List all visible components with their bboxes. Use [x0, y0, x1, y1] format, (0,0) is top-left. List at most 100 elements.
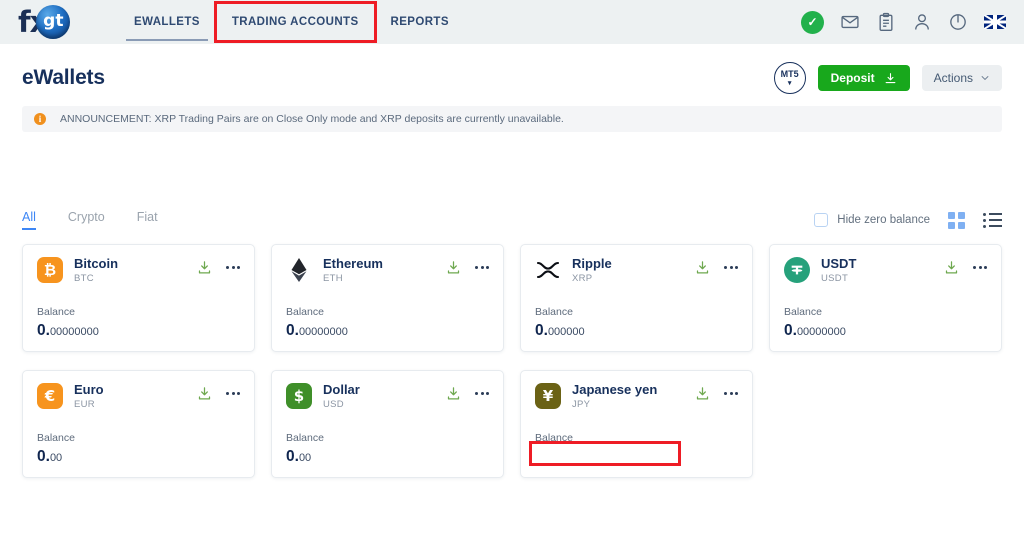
deposit-button-label: Deposit — [830, 71, 875, 85]
logo-gt-circle: gt — [36, 5, 71, 39]
balance-integer: 0. — [37, 447, 50, 465]
more-options-icon[interactable] — [475, 266, 489, 269]
card-header: Ripple XRP — [535, 256, 738, 284]
check-circle-icon[interactable]: ✓ — [801, 10, 824, 34]
deposit-download-icon[interactable] — [197, 386, 212, 401]
balance-decimal: 00000000 — [796, 325, 846, 338]
deposit-download-icon[interactable] — [446, 260, 461, 275]
card-action-icons — [695, 383, 738, 401]
usdt-icon — [784, 257, 810, 283]
card-action-icons — [944, 257, 987, 275]
deposit-download-icon[interactable] — [695, 386, 710, 401]
coin-names: Japanese yen JPY — [572, 382, 657, 410]
deposit-download-icon[interactable] — [446, 386, 461, 401]
wallet-card-ripple[interactable]: Ripple XRP Balance 0.000000 — [520, 244, 753, 352]
page-title: eWallets — [22, 66, 105, 89]
balance-decimal: 00 — [49, 451, 63, 464]
balance-value: 0.000000 — [535, 323, 738, 339]
hide-zero-balance-label: Hide zero balance — [837, 214, 930, 226]
balance-decimal: 000000 — [547, 325, 585, 338]
tab-crypto-label: Crypto — [67, 210, 105, 224]
tab-fiat-label: Fiat — [136, 210, 158, 224]
coin-names: Dollar USD — [323, 382, 360, 410]
card-header: $ Dollar USD — [286, 382, 489, 410]
wallet-filter-row: All Crypto Fiat Hide zero balance — [0, 206, 1024, 234]
wallet-view-controls: Hide zero balance — [814, 211, 1002, 229]
envelope-icon[interactable] — [840, 12, 860, 32]
header-icon-group: ✓ — [801, 10, 1010, 34]
wallet-name: Dollar — [323, 382, 360, 397]
card-header: Ethereum ETH — [286, 256, 489, 284]
fxgt-logo[interactable]: fx gt — [14, 2, 100, 42]
dollar-icon: $ — [286, 383, 312, 409]
power-icon[interactable] — [948, 12, 968, 32]
wallet-symbol: XRP — [572, 272, 593, 284]
balance-label: Balance — [535, 305, 573, 318]
wallet-card-japanese-yen[interactable]: ¥ Japanese yen JPY Balance — [520, 370, 753, 478]
wallet-type-tabs: All Crypto Fiat — [22, 210, 158, 230]
hide-zero-balance-checkbox[interactable] — [814, 213, 829, 227]
nav-item-trading-accounts-label: TRADING ACCOUNTS — [231, 16, 359, 28]
nav-item-ewallets-label: EWALLETS — [134, 16, 200, 28]
wallet-name: Euro — [74, 382, 104, 397]
clipboard-icon[interactable] — [876, 12, 896, 32]
uk-flag-icon[interactable] — [984, 15, 1006, 29]
list-view-icon[interactable] — [983, 212, 1002, 228]
wallet-symbol: JPY — [572, 398, 591, 410]
actions-button-label: Actions — [933, 71, 973, 85]
wallet-card-ethereum[interactable]: Ethereum ETH Balance 0.00000000 — [271, 244, 504, 352]
balance-integer: 0. — [535, 321, 548, 339]
grid-cell — [958, 221, 965, 229]
wallet-name: Ripple — [572, 256, 612, 271]
tab-all[interactable]: All — [22, 210, 36, 230]
wallet-card-bitcoin[interactable]: ₿ Bitcoin BTC Balance 0.00000000 — [22, 244, 255, 352]
card-header: ¥ Japanese yen JPY — [535, 382, 738, 410]
deposit-download-icon[interactable] — [197, 260, 212, 275]
balance-label: Balance — [535, 431, 573, 444]
card-header: USDT USDT — [784, 256, 987, 284]
wallet-symbol: EUR — [74, 398, 95, 410]
actions-dropdown-button[interactable]: Actions — [921, 65, 1002, 91]
ethereum-icon — [286, 257, 312, 283]
deposit-button[interactable]: Deposit — [817, 65, 910, 91]
coin-names: Euro EUR — [74, 382, 104, 410]
balance-integer: 0. — [784, 321, 797, 339]
nav-item-trading-accounts[interactable]: TRADING ACCOUNTS — [213, 1, 377, 43]
wallet-card-usdt[interactable]: USDT USDT Balance 0.00000000 — [769, 244, 1002, 352]
logo-gt-text: gt — [43, 10, 64, 31]
more-options-icon[interactable] — [724, 392, 738, 395]
nav-item-ewallets[interactable]: EWALLETS — [118, 0, 216, 44]
wallet-name: USDT — [821, 256, 857, 271]
more-options-icon[interactable] — [973, 266, 987, 269]
hide-zero-balance-toggle[interactable]: Hide zero balance — [814, 213, 930, 227]
wallet-card-euro[interactable]: € Euro EUR Balance 0.00 — [22, 370, 255, 478]
grid-cell — [948, 211, 955, 219]
grid-view-icon[interactable] — [948, 211, 965, 229]
more-options-icon[interactable] — [226, 392, 240, 395]
mt5-account-selector[interactable]: MT5 ▾ — [773, 62, 806, 94]
announcement-text: ANNOUNCEMENT: XRP Trading Pairs are on C… — [60, 113, 564, 125]
balance-value: 0.00000000 — [784, 323, 987, 339]
balance-decimal: 00000000 — [49, 325, 99, 338]
balance-label: Balance — [286, 431, 324, 444]
more-options-icon[interactable] — [724, 266, 738, 269]
info-icon: i — [34, 113, 46, 125]
tab-all-label: All — [22, 210, 36, 224]
more-options-icon[interactable] — [475, 392, 489, 395]
nav-item-reports-label: REPORTS — [390, 16, 449, 28]
wallet-card-grid: ₿ Bitcoin BTC Balance 0.00000000 Ethereu… — [0, 234, 1024, 478]
nav-item-reports[interactable]: REPORTS — [375, 0, 465, 44]
tab-fiat[interactable]: Fiat — [137, 210, 158, 230]
download-icon — [885, 72, 896, 83]
coin-names: USDT USDT — [821, 256, 857, 284]
wallet-name: Ethereum — [323, 256, 383, 271]
deposit-download-icon[interactable] — [944, 260, 959, 275]
wallet-card-dollar[interactable]: $ Dollar USD Balance 0.00 — [271, 370, 504, 478]
card-action-icons — [446, 383, 489, 401]
person-icon[interactable] — [912, 12, 932, 32]
ripple-icon — [535, 257, 561, 283]
deposit-download-icon[interactable] — [695, 260, 710, 275]
tab-crypto[interactable]: Crypto — [68, 210, 105, 230]
more-options-icon[interactable] — [226, 266, 240, 269]
card-action-icons — [197, 257, 240, 275]
